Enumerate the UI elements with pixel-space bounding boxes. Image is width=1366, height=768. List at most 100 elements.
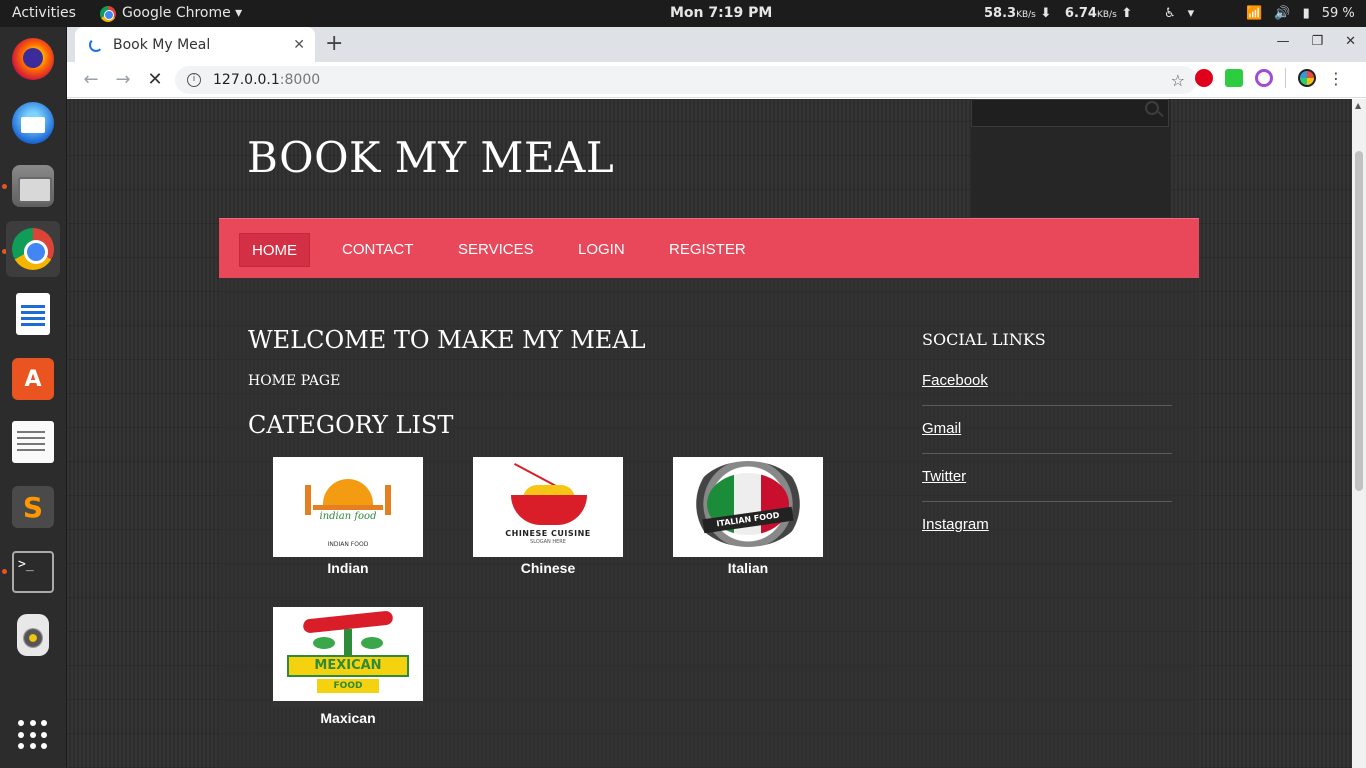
activities-button[interactable]: Activities	[12, 0, 76, 27]
forward-arrow-icon[interactable]: →	[107, 69, 139, 90]
minimize-icon[interactable]: —	[1276, 34, 1289, 49]
social-link-facebook[interactable]: Facebook	[922, 372, 1172, 389]
browser-tab[interactable]: Book My Meal ✕	[75, 27, 315, 62]
category-label[interactable]: Indian	[273, 560, 423, 576]
thunderbird-launcher[interactable]	[6, 95, 60, 151]
category-card-italian[interactable]: ITALIAN FOOD Italian	[673, 457, 823, 576]
search-icon[interactable]	[1145, 101, 1159, 115]
app-menu-label: Google Chrome ▾	[122, 5, 243, 21]
speaker-launcher[interactable]	[6, 607, 60, 663]
browser-toolbar: ← → ✕ i 127.0.0.1:8000 ☆ ⋮	[67, 62, 1366, 98]
download-speed: 58.3	[984, 6, 1017, 21]
nav-register[interactable]: REGISTER	[657, 233, 758, 267]
software-store-icon: A	[12, 358, 54, 400]
indian-food-image[interactable]: indian food INDIAN FOOD	[273, 457, 423, 557]
divider	[922, 453, 1172, 454]
software-launcher[interactable]: A	[6, 351, 60, 407]
window-controls: — ❐ ✕	[1276, 34, 1356, 49]
chevron-down-icon: ▾	[1187, 6, 1195, 21]
files-launcher[interactable]	[6, 158, 60, 214]
category-card-chinese[interactable]: CHINESE CUISINE SLOGAN HERE Chinese	[473, 457, 623, 576]
chrome-icon	[12, 228, 54, 270]
system-top-bar: Activities Google Chrome ▾ Mon 7:19 PM 5…	[0, 0, 1366, 27]
main-navigation: HOME CONTACT SERVICES LOGIN REGISTER	[219, 218, 1199, 278]
category-card-indian[interactable]: indian food INDIAN FOOD Indian	[273, 457, 423, 576]
chinese-food-image[interactable]: CHINESE CUISINE SLOGAN HERE	[473, 457, 623, 557]
social-link-twitter[interactable]: Twitter	[922, 468, 1172, 485]
mexican-food-image[interactable]: MEXICAN FOOD	[273, 607, 423, 707]
files-icon	[12, 165, 54, 207]
upload-arrow-icon: ⬆	[1121, 6, 1133, 21]
battery-icon[interactable]: ▮	[1303, 0, 1310, 27]
upload-speed: 6.74	[1064, 6, 1097, 21]
writer-launcher[interactable]	[6, 286, 60, 342]
address-bar[interactable]: i 127.0.0.1:8000 ☆	[175, 66, 1197, 94]
terminal-launcher[interactable]: >_	[6, 544, 60, 600]
social-link-instagram[interactable]: Instagram	[922, 516, 1172, 533]
nav-contact[interactable]: CONTACT	[330, 233, 425, 267]
download-unit: KB/s	[1016, 10, 1036, 20]
launcher-dock: A S >_	[0, 27, 67, 768]
page-label: HOME PAGE	[248, 373, 341, 389]
page-viewport: BOOK MY MEAL HOME CONTACT SERVICES LOGIN…	[67, 99, 1366, 768]
writer-icon	[16, 293, 50, 335]
divider	[922, 405, 1172, 406]
social-links-heading: SOCIAL LINKS	[922, 330, 1046, 349]
speaker-icon	[17, 614, 49, 656]
category-card-mexican[interactable]: MEXICAN FOOD Maxican	[273, 607, 423, 726]
close-window-icon[interactable]: ✕	[1345, 34, 1356, 49]
app-menu[interactable]: Google Chrome ▾	[100, 0, 242, 27]
chrome-launcher[interactable]	[6, 221, 60, 277]
search-input[interactable]	[971, 99, 1169, 127]
site-info-icon[interactable]: i	[187, 73, 201, 87]
scroll-up-icon[interactable]: ▲	[1355, 101, 1361, 110]
scrollbar-thumb[interactable]	[1355, 151, 1363, 491]
system-tray[interactable]: ♿ ▾ 📶 🔊 ▮ 59 % ▾	[1164, 0, 1366, 27]
close-tab-icon[interactable]: ✕	[293, 37, 305, 53]
tv-extension-icon[interactable]	[1225, 69, 1243, 87]
wifi-icon[interactable]: 📶	[1246, 0, 1262, 27]
category-heading: CATEGORY LIST	[248, 411, 454, 439]
bookmark-star-icon[interactable]: ☆	[1171, 71, 1185, 90]
italian-food-image[interactable]: ITALIAN FOOD	[673, 457, 823, 557]
firefox-launcher[interactable]	[6, 31, 60, 87]
profile-avatar-icon[interactable]	[1298, 69, 1316, 87]
text-editor-icon	[12, 421, 54, 463]
extensions-area: ⋮	[1195, 68, 1344, 88]
url-port: :8000	[279, 72, 321, 88]
browser-menu-icon[interactable]: ⋮	[1328, 69, 1344, 88]
search-widget	[971, 99, 1171, 217]
opera-extension-icon[interactable]	[1195, 69, 1213, 87]
url-host: 127.0.0.1	[213, 72, 280, 88]
firefox-icon	[12, 38, 54, 80]
restore-icon[interactable]: ❐	[1311, 34, 1323, 49]
nav-services[interactable]: SERVICES	[446, 233, 546, 267]
image-subcaption: SLOGAN HERE	[530, 539, 566, 545]
toolbar-separator	[1285, 68, 1286, 88]
image-subcaption: INDIAN FOOD	[327, 541, 369, 548]
stop-loading-icon[interactable]: ✕	[139, 69, 171, 90]
terminal-icon: >_	[12, 551, 54, 593]
nav-login[interactable]: LOGIN	[566, 233, 637, 267]
sublime-launcher[interactable]: S	[6, 479, 60, 535]
upload-unit: KB/s	[1096, 10, 1117, 20]
nav-home[interactable]: HOME	[239, 233, 310, 267]
volume-icon[interactable]: 🔊	[1274, 0, 1290, 27]
category-label[interactable]: Italian	[673, 560, 823, 576]
text-editor-launcher[interactable]	[6, 414, 60, 470]
social-link-gmail[interactable]: Gmail	[922, 420, 1172, 437]
image-subcaption: FOOD	[317, 679, 379, 693]
category-label[interactable]: Maxican	[273, 710, 423, 726]
page-scrollbar[interactable]: ▲	[1352, 99, 1366, 768]
battery-percent: 59 %	[1321, 6, 1355, 21]
image-caption: indian food	[319, 511, 377, 522]
circle-extension-icon[interactable]	[1255, 69, 1273, 87]
thunderbird-icon	[12, 102, 54, 144]
category-label[interactable]: Chinese	[473, 560, 623, 576]
show-apps-icon[interactable]	[18, 720, 48, 750]
clock[interactable]: Mon 7:19 PM	[670, 0, 772, 27]
back-arrow-icon[interactable]: ←	[75, 69, 107, 90]
welcome-heading: WELCOME TO MAKE MY MEAL	[248, 326, 646, 354]
new-tab-button[interactable]: +	[325, 31, 343, 56]
accessibility-icon[interactable]: ♿	[1164, 0, 1176, 27]
